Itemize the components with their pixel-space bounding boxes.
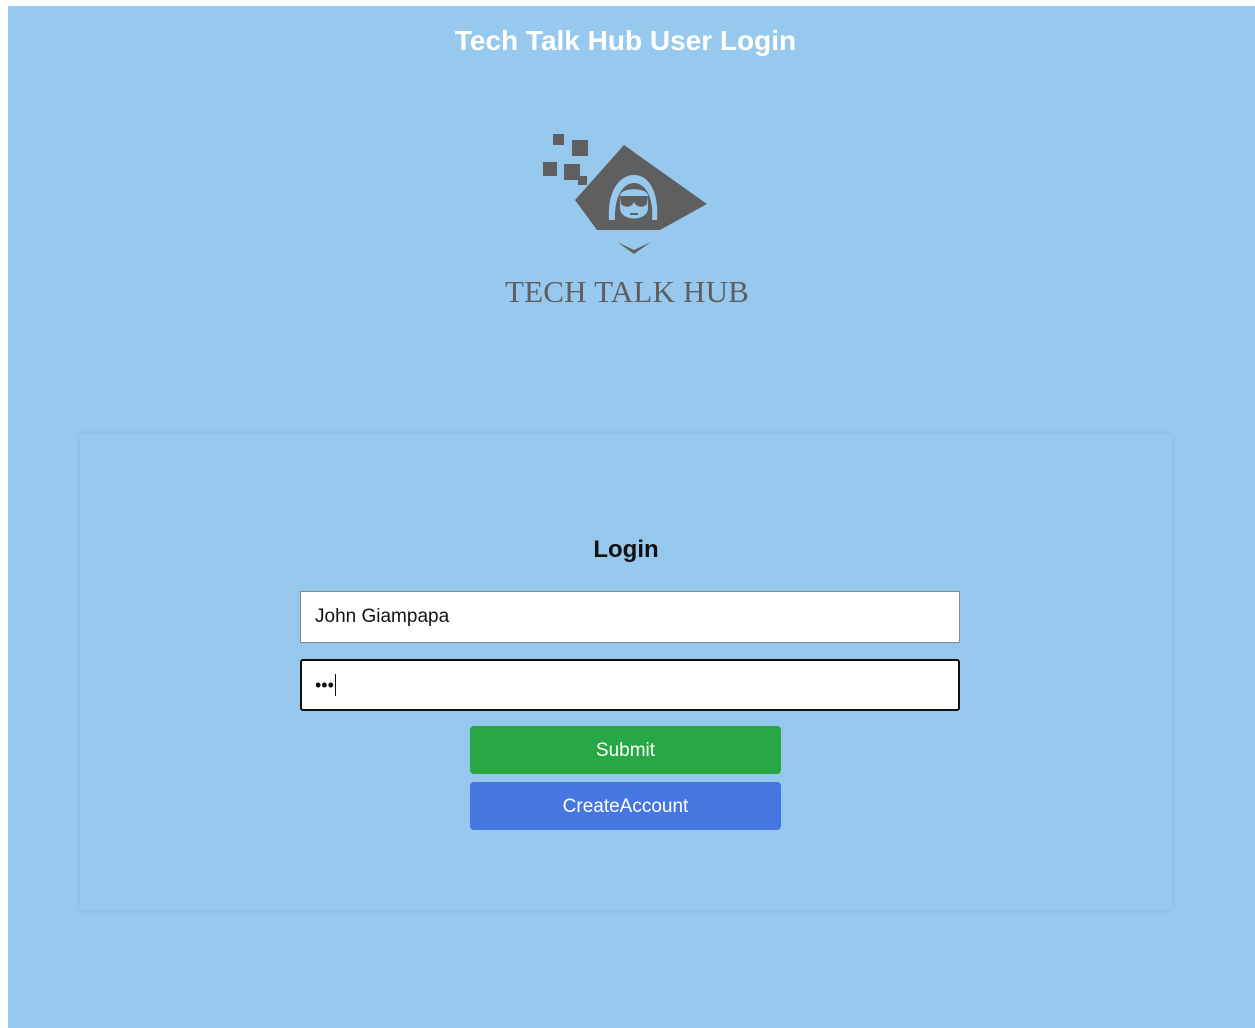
page-title: Tech Talk Hub User Login: [454, 25, 797, 56]
text-caret: [334, 674, 337, 696]
username-input[interactable]: [300, 591, 960, 643]
create-account-button[interactable]: CreateAccount: [470, 782, 781, 830]
login-heading: Login: [593, 536, 659, 563]
password-input[interactable]: •••: [300, 659, 960, 711]
logo-wordmark: TECH TALK HUB: [504, 274, 750, 309]
brand-logo: TECH TALK HUB: [497, 130, 757, 320]
password-masked-value: •••: [315, 674, 334, 695]
submit-button[interactable]: Submit: [470, 726, 781, 774]
hooded-hacker-icon: [543, 134, 707, 254]
login-card: Login ••• Submit CreateAccount: [80, 434, 1172, 910]
page-background: Tech Talk Hub User Login TECH TALK HUB L…: [8, 6, 1255, 1028]
